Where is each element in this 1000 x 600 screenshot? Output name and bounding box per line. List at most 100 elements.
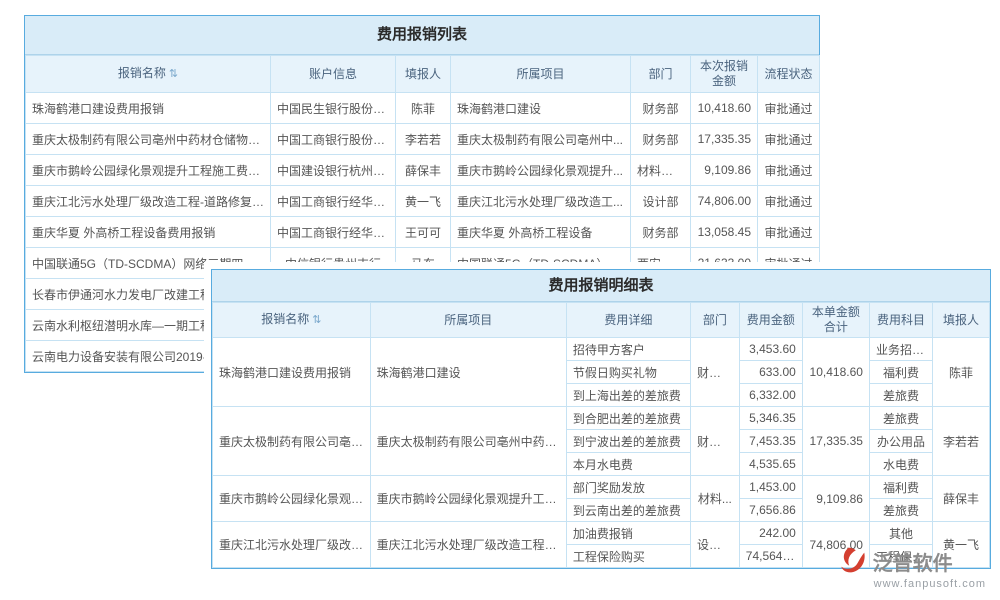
expense-amount-cell: 6,332.00 xyxy=(739,384,802,407)
sort-icon[interactable]: ⇅ xyxy=(312,314,321,326)
amount-cell: 17,335.35 xyxy=(691,124,758,155)
total-amount-cell: 9,109.86 xyxy=(802,476,869,522)
filler-link[interactable]: 李若若 xyxy=(396,124,451,155)
list-header-label: 本次报销金额 xyxy=(700,59,748,88)
detail-filler-link[interactable]: 薛保丰 xyxy=(932,476,989,522)
detail-department-cell: 财务部 xyxy=(690,407,739,476)
detail-name-link[interactable]: 重庆江北污水处理厂级改造工程- xyxy=(213,522,371,568)
detail-row: 珠海鹤港口建设费用报销珠海鹤港口建设招待甲方客户财务部3,453.6010,41… xyxy=(213,338,990,361)
detail-project-link[interactable]: 重庆太极制药有限公司亳州中药材仓储物流 xyxy=(370,407,566,476)
expense-amount-cell: 242.00 xyxy=(739,522,802,545)
expense-detail-cell: 节假日购买礼物 xyxy=(566,361,690,384)
list-table-title: 费用报销列表 xyxy=(25,16,819,55)
expense-subject-cell: 业务招待费 xyxy=(869,338,932,361)
reimbursement-name-link[interactable]: 珠海鹤港口建设费用报销 xyxy=(26,93,271,124)
list-header-label: 部门 xyxy=(648,67,672,81)
expense-subject-cell: 差旅费 xyxy=(869,499,932,522)
detail-header-5: 本单金额合计 xyxy=(802,303,869,338)
reimbursement-name-link[interactable]: 重庆华夏 外高桥工程设备费用报销 xyxy=(26,217,271,248)
expense-subject-cell: 办公用品 xyxy=(869,430,932,453)
detail-project-link[interactable]: 重庆市鹅岭公园绿化景观提升工程施工 xyxy=(370,476,566,522)
expense-amount-cell: 4,535.65 xyxy=(739,453,802,476)
filler-link[interactable]: 陈菲 xyxy=(396,93,451,124)
status-link[interactable]: 审批通过 xyxy=(758,155,820,186)
list-header-6: 流程状态 xyxy=(758,56,820,93)
filler-link[interactable]: 薛保丰 xyxy=(396,155,451,186)
list-header-label: 填报人 xyxy=(405,67,441,81)
detail-header-4: 费用金额 xyxy=(739,303,802,338)
project-link[interactable]: 重庆华夏 外高桥工程设备 xyxy=(451,217,631,248)
list-row: 重庆太极制药有限公司亳州中药材仓储物流基地项...中国工商银行股份有限李若若重庆… xyxy=(26,124,820,155)
department-cell: 材料采购 xyxy=(631,155,691,186)
detail-header-1: 所属项目 xyxy=(370,303,566,338)
detail-project-link[interactable]: 珠海鹤港口建设 xyxy=(370,338,566,407)
detail-row: 重庆市鹅岭公园绿化景观提升工程重庆市鹅岭公园绿化景观提升工程施工部门奖励发放材料… xyxy=(213,476,990,499)
detail-header-3: 部门 xyxy=(690,303,739,338)
status-link[interactable]: 审批通过 xyxy=(758,124,820,155)
expense-subject-cell: 福利费 xyxy=(869,361,932,384)
detail-header-label: 填报人 xyxy=(943,313,979,327)
status-link[interactable]: 审批通过 xyxy=(758,217,820,248)
department-cell: 财务部 xyxy=(631,124,691,155)
expense-amount-cell: 3,453.60 xyxy=(739,338,802,361)
account-info: 中国工商银行股份有限 xyxy=(271,124,396,155)
detail-header-label: 所属项目 xyxy=(444,313,492,327)
project-link[interactable]: 重庆太极制药有限公司亳州中... xyxy=(451,124,631,155)
detail-header-6: 费用科目 xyxy=(869,303,932,338)
expense-detail-panel: 费用报销明细表 报销名称⇅所属项目费用详细部门费用金额本单金额合计费用科目填报人… xyxy=(204,262,998,576)
list-row: 珠海鹤港口建设费用报销中国民生银行股份有限...陈菲珠海鹤港口建设财务部10,4… xyxy=(26,93,820,124)
detail-filler-link[interactable]: 陈菲 xyxy=(932,338,989,407)
fanpu-logo: 泛普软件 www.fanpusoft.com xyxy=(838,546,986,590)
detail-name-link[interactable]: 重庆太极制药有限公司亳州中药材 xyxy=(213,407,371,476)
detail-header-7: 填报人 xyxy=(932,303,989,338)
expense-detail-cell: 到宁波出差的差旅费 xyxy=(566,430,690,453)
expense-amount-cell: 7,453.35 xyxy=(739,430,802,453)
detail-header-label: 费用科目 xyxy=(877,313,925,327)
project-link[interactable]: 珠海鹤港口建设 xyxy=(451,93,631,124)
list-row: 重庆华夏 外高桥工程设备费用报销中国工商银行经华路支行王可可重庆华夏 外高桥工程… xyxy=(26,217,820,248)
account-info: 中国建设银行杭州市上... xyxy=(271,155,396,186)
status-link[interactable]: 审批通过 xyxy=(758,186,820,217)
expense-subject-cell: 差旅费 xyxy=(869,384,932,407)
fanpu-logo-icon xyxy=(838,546,868,576)
detail-header-label: 报销名称 xyxy=(261,312,309,326)
list-header-0[interactable]: 报销名称⇅ xyxy=(26,56,271,93)
project-link[interactable]: 重庆市鹅岭公园绿化景观提升... xyxy=(451,155,631,186)
project-link[interactable]: 重庆江北污水处理厂级改造工... xyxy=(451,186,631,217)
expense-detail-table: 报销名称⇅ 所属项目 费用详细 部门费用金额本单金额合计费用科目 填报人 珠海鹤港口建设… xyxy=(212,302,990,568)
detail-row: 重庆江北污水处理厂级改造工程-重庆江北污水处理厂级改造工程-道路修复工加油费报销… xyxy=(213,522,990,545)
detail-name-link[interactable]: 珠海鹤港口建设费用报销 xyxy=(213,338,371,407)
status-link[interactable]: 审批通过 xyxy=(758,93,820,124)
fanpu-logo-url: www.fanpusoft.com xyxy=(838,578,986,590)
detail-name-link[interactable]: 重庆市鹅岭公园绿化景观提升工程 xyxy=(213,476,371,522)
department-cell: 财务部 xyxy=(631,217,691,248)
detail-header-label: 费用金额 xyxy=(747,313,795,327)
expense-detail-cell: 招待甲方客户 xyxy=(566,338,690,361)
expense-amount-cell: 1,453.00 xyxy=(739,476,802,499)
detail-header-2: 费用详细 xyxy=(566,303,690,338)
detail-filler-link[interactable]: 李若若 xyxy=(932,407,989,476)
amount-cell: 74,806.00 xyxy=(691,186,758,217)
list-header-label: 账户信息 xyxy=(309,67,357,81)
detail-project-link[interactable]: 重庆江北污水处理厂级改造工程-道路修复工 xyxy=(370,522,566,568)
list-header-label: 流程状态 xyxy=(764,67,812,81)
expense-subject-cell: 其他 xyxy=(869,522,932,545)
expense-detail-cell: 部门奖励发放 xyxy=(566,476,690,499)
reimbursement-name-link[interactable]: 重庆太极制药有限公司亳州中药材仓储物流基地项... xyxy=(26,124,271,155)
detail-header-label: 费用详细 xyxy=(604,313,652,327)
expense-amount-cell: 5,346.35 xyxy=(739,407,802,430)
filler-link[interactable]: 黄一飞 xyxy=(396,186,451,217)
reimbursement-name-link[interactable]: 重庆江北污水处理厂级改造工程-道路修复工程费用... xyxy=(26,186,271,217)
reimbursement-name-link[interactable]: 重庆市鹅岭公园绿化景观提升工程施工费用报销 xyxy=(26,155,271,186)
sort-icon[interactable]: ⇅ xyxy=(169,68,178,80)
amount-cell: 10,418.60 xyxy=(691,93,758,124)
list-header-label: 报销名称 xyxy=(118,66,166,80)
list-header-label: 所属项目 xyxy=(516,67,564,81)
expense-detail-cell: 到云南出差的差旅费 xyxy=(566,499,690,522)
detail-header-0[interactable]: 报销名称⇅ xyxy=(213,303,371,338)
department-cell: 设计部 xyxy=(631,186,691,217)
filler-link[interactable]: 王可可 xyxy=(396,217,451,248)
detail-department-cell: 财务部 xyxy=(690,338,739,407)
detail-header-row: 报销名称⇅ 所属项目 费用详细 部门费用金额本单金额合计费用科目 填报人 xyxy=(213,303,990,338)
account-info: 中国工商银行经华路支行 xyxy=(271,217,396,248)
